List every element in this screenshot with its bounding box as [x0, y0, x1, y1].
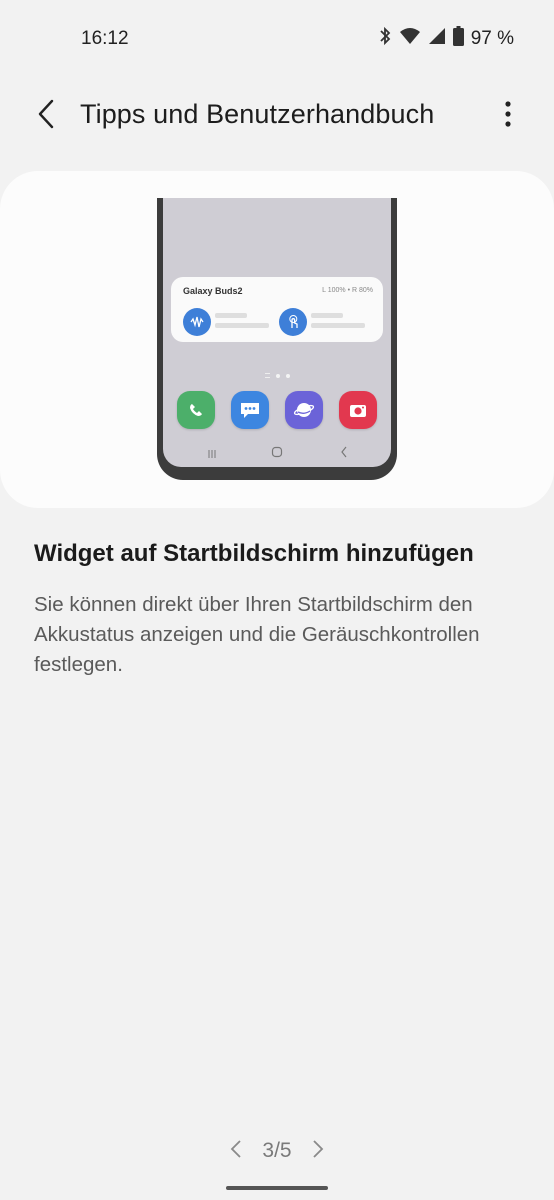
back-button[interactable] [26, 94, 66, 138]
messages-app-icon [231, 391, 269, 429]
widget-battery-status: L 100% • R 80% [322, 287, 373, 294]
back-nav-icon [339, 445, 349, 463]
back-arrow-icon [36, 99, 56, 134]
home-page-indicator [163, 373, 391, 378]
signal-icon [428, 27, 446, 50]
recents-icon [207, 446, 217, 464]
home-icon [271, 445, 283, 463]
page-title: Tipps und Benutzerhandbuch [80, 99, 435, 129]
phone-nav-bar [163, 444, 391, 458]
galaxy-buds-widget: Galaxy Buds2 L 100% • R 80% [171, 277, 383, 342]
app-bar: Tipps und Benutzerhandbuch [0, 78, 554, 154]
previous-page-button[interactable] [224, 1136, 248, 1166]
page-dot [264, 373, 270, 378]
noise-control-icon [183, 308, 211, 336]
pager: 3/5 [0, 1135, 554, 1167]
tip-description: Sie können direkt über Ihren Startbildsc… [34, 593, 480, 676]
tip-headline: Widget auf Startbildschirm hinzufügen [34, 540, 474, 567]
app-dock [177, 391, 379, 429]
phone-screen: Galaxy Buds2 L 100% • R 80% [163, 198, 391, 467]
widget-placeholder-bar [311, 323, 365, 328]
illustration-card: Galaxy Buds2 L 100% • R 80% [0, 171, 554, 508]
page-dot [275, 373, 280, 378]
chevron-right-icon [312, 1139, 324, 1164]
more-options-button[interactable] [490, 94, 526, 138]
internet-app-icon [285, 391, 323, 429]
widget-placeholder-bar [215, 323, 269, 328]
home-indicator[interactable] [226, 1186, 328, 1190]
chevron-left-icon [230, 1139, 242, 1164]
widget-placeholder-bar [311, 313, 343, 318]
status-icons: 97 % [378, 26, 514, 51]
status-bar: 16:12 97 % [0, 0, 554, 78]
page-dot [285, 373, 290, 378]
camera-app-icon [339, 391, 377, 429]
more-vertical-icon [505, 100, 511, 132]
status-time: 16:12 [81, 28, 129, 49]
next-page-button[interactable] [306, 1136, 330, 1166]
battery-percentage: 97 % [470, 27, 514, 49]
bluetooth-icon [378, 26, 392, 51]
widget-device-name: Galaxy Buds2 [183, 286, 243, 296]
battery-icon [452, 26, 464, 51]
page-counter: 3/5 [262, 1139, 292, 1162]
touch-control-icon [279, 308, 307, 336]
phone-app-icon [177, 391, 215, 429]
widget-placeholder-bar [215, 313, 247, 318]
wifi-icon [399, 27, 421, 50]
phone-illustration: Galaxy Buds2 L 100% • R 80% [157, 198, 397, 480]
